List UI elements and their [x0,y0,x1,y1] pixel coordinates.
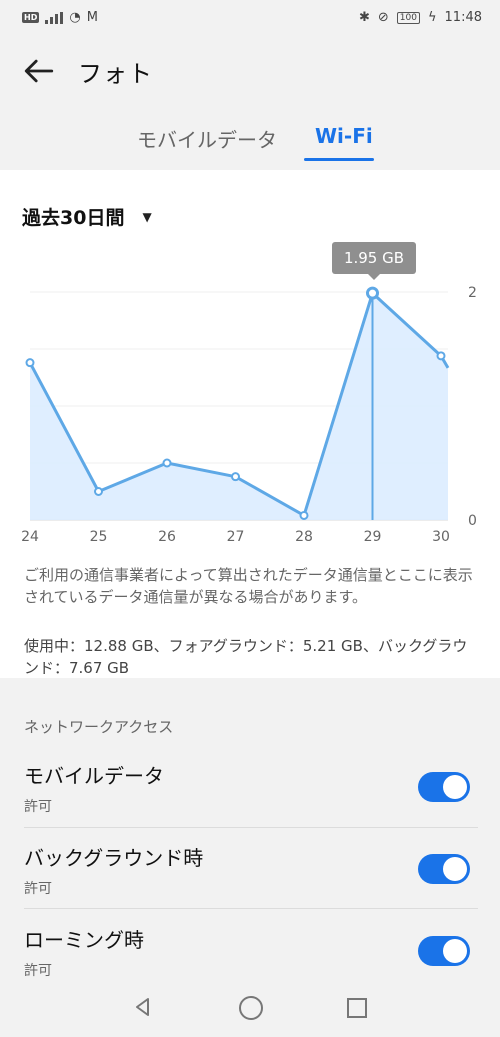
data-point [94,487,103,496]
background-row[interactable]: バックグラウンド時 許可 [0,842,500,924]
data-point [299,510,309,520]
y-tick-label: 2 [468,285,477,301]
toggle-knob [443,939,467,963]
mobile-data-label: モバイルデータ [24,764,164,788]
background-toggle[interactable] [418,854,470,884]
x-tick-label: 24 [21,529,39,545]
nav-recent-icon[interactable] [347,998,367,1018]
mobile-data-row[interactable]: モバイルデータ 許可 [0,760,500,842]
chart-area [30,293,448,520]
network-access-title: ネットワークアクセス [24,718,174,736]
x-tick-label: 29 [364,529,382,545]
nav-home-icon[interactable] [239,996,263,1020]
x-axis-ticks: 24 25 26 27 28 29 30 [21,529,450,545]
mobile-data-toggle[interactable] [418,772,470,802]
value-tooltip: 1.95 GB [332,242,416,280]
roaming-label: ローミング時 [24,928,144,952]
divider [24,827,478,828]
roaming-status: 許可 [24,963,52,979]
x-tick-label: 25 [90,529,108,545]
data-point [231,472,240,482]
data-point [25,358,35,368]
background-label: バックグラウンド時 [24,846,204,870]
toggle-knob [443,775,467,799]
x-tick-label: 28 [295,529,313,545]
data-point [366,286,379,300]
divider [24,908,478,909]
y-axis-ticks: 20 [468,285,477,529]
usage-chart: 24 25 26 27 28 29 30 20 [21,285,477,545]
background-status: 許可 [24,881,52,897]
roaming-toggle[interactable] [418,936,470,966]
data-point [436,351,446,361]
nav-back-icon[interactable] [132,996,154,1018]
system-navigation [0,988,500,1037]
mobile-data-status: 許可 [24,799,52,815]
x-tick-label: 26 [158,529,176,545]
y-tick-label: 0 [468,513,477,529]
carrier-note: ご利用の通信事業者によって算出されたデータ通信量とここに表示されているデータ通信… [24,566,473,606]
data-point [162,458,172,468]
usage-summary: 使用中：12.88 GB、フォアグラウンド：5.21 GB、バックグラウンド：7… [24,637,468,677]
x-tick-label: 27 [227,529,245,545]
toggle-knob [443,857,467,881]
x-tick-label: 30 [432,529,450,545]
